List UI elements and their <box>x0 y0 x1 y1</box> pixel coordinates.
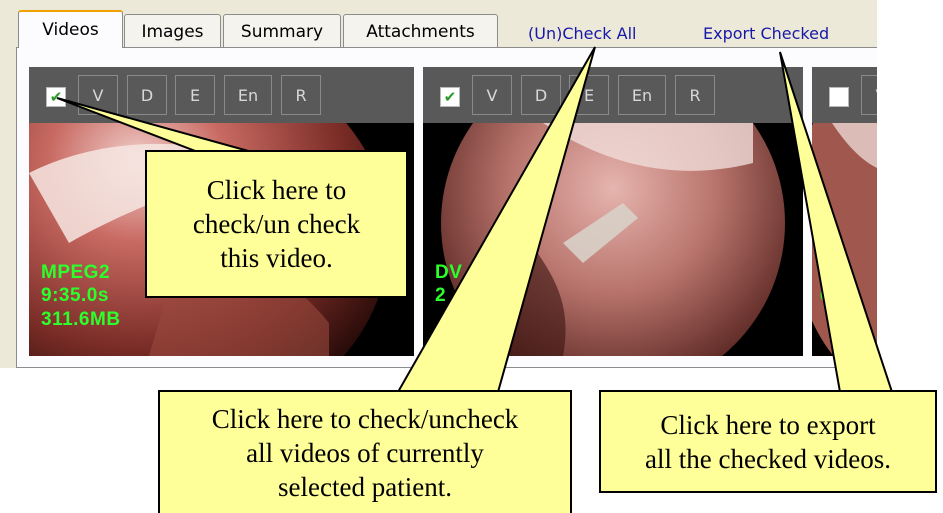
callout-line: selected patient. <box>278 471 452 502</box>
video-card[interactable]: ✔ V D E En R DV 2 <box>423 67 803 356</box>
video-toolbar: ✔ V D E En R <box>29 67 414 123</box>
export-checked-link[interactable]: Export Checked <box>703 24 829 43</box>
callout-line: check/un check <box>192 209 361 239</box>
video-thumbnail[interactable] <box>423 123 803 356</box>
video-duration: 6s <box>820 285 843 306</box>
video-download-button[interactable]: D <box>521 75 561 115</box>
tab-videos[interactable]: Videos <box>18 10 123 48</box>
video-duration: 2 <box>435 285 447 306</box>
callout-line: all videos of currently <box>246 437 484 468</box>
video-codec: CD <box>824 262 853 283</box>
video-size: 311.6MB <box>41 309 121 330</box>
background-strip <box>877 0 943 368</box>
video-encode-button[interactable]: En <box>618 75 666 115</box>
video-thumbnail[interactable] <box>812 123 877 356</box>
video-checkbox[interactable]: ✔ <box>46 87 66 107</box>
video-download-button[interactable]: D <box>127 75 167 115</box>
video-toolbar: ✔ V D E En R <box>423 67 803 123</box>
video-edit-button[interactable]: E <box>175 75 215 115</box>
video-view-button[interactable]: V <box>861 75 877 115</box>
callout-line: Click here to export <box>660 409 876 440</box>
video-checkbox[interactable]: ✔ <box>440 87 460 107</box>
video-codec: DV <box>435 262 463 283</box>
video-view-button[interactable]: V <box>78 75 118 115</box>
tab-summary[interactable]: Summary <box>223 14 341 48</box>
callout-line: Click here to check/uncheck <box>211 403 519 434</box>
tab-attachments[interactable]: Attachments <box>343 14 498 48</box>
video-duration: 9:35.0s <box>41 285 109 306</box>
callout-line: all the checked videos. <box>645 443 891 474</box>
video-card[interactable]: ✔ V CD 6s <box>812 67 877 356</box>
video-remove-button[interactable]: R <box>281 75 321 115</box>
video-encode-button[interactable]: En <box>224 75 272 115</box>
video-checkbox[interactable]: ✔ <box>829 87 849 107</box>
video-edit-button[interactable]: E <box>569 75 609 115</box>
video-toolbar: ✔ V <box>812 67 877 123</box>
check-all-callout: Click here to check/uncheck all videos o… <box>158 390 572 513</box>
export-callout: Click here to export all the checked vid… <box>599 390 937 493</box>
checkbox-callout: Click here to check/un check this video. <box>145 150 408 298</box>
video-remove-button[interactable]: R <box>675 75 715 115</box>
tab-images[interactable]: Images <box>124 14 221 48</box>
callout-line: Click here to <box>206 175 347 205</box>
check-all-link[interactable]: (Un)Check All <box>528 24 636 43</box>
callout-line: this video. <box>220 243 333 273</box>
video-view-button[interactable]: V <box>472 75 512 115</box>
video-codec: MPEG2 <box>41 262 111 283</box>
